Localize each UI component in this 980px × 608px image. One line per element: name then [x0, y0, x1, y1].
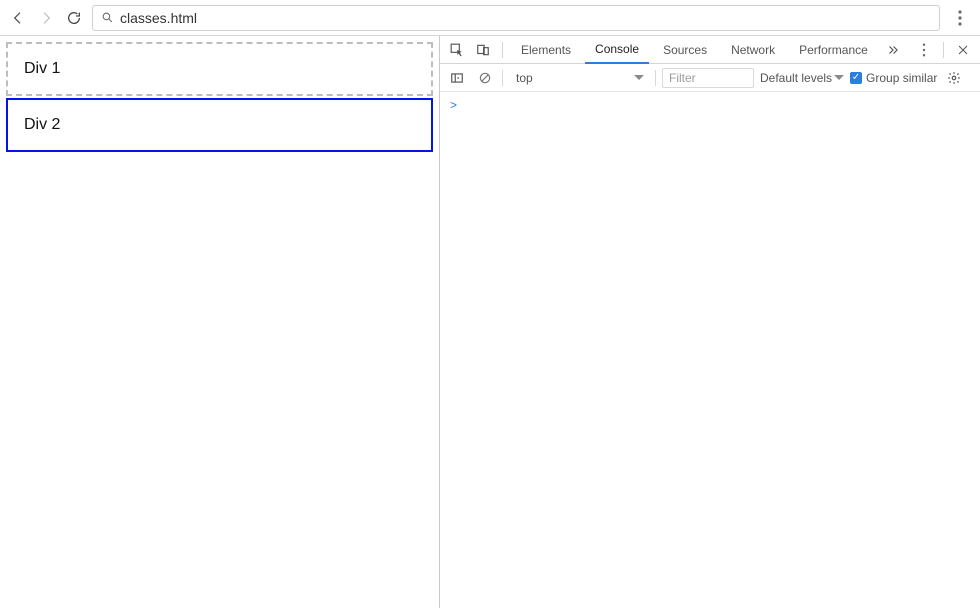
chevron-down-icon: [634, 75, 644, 85]
address-text: classes.html: [120, 10, 197, 26]
execution-context-dropdown[interactable]: top: [509, 68, 649, 88]
inspect-icon: [450, 43, 464, 57]
gear-icon: [947, 71, 961, 85]
main-area: Div 1 Div 2 Elements Console Sources Net…: [0, 36, 980, 608]
chevron-double-right-icon: [886, 43, 900, 57]
tab-elements[interactable]: Elements: [511, 37, 581, 63]
separator: [502, 42, 503, 58]
clear-console-button[interactable]: [474, 71, 496, 85]
filter-input[interactable]: Filter: [662, 68, 754, 88]
separator: [655, 70, 656, 86]
reload-icon: [66, 10, 82, 26]
tab-sources[interactable]: Sources: [653, 37, 717, 63]
tab-console[interactable]: Console: [585, 36, 649, 64]
device-toolbar-button[interactable]: [472, 43, 494, 57]
search-icon: [101, 11, 114, 24]
page-viewport: Div 1 Div 2: [0, 36, 440, 608]
kebab-icon: [958, 10, 962, 26]
filter-placeholder: Filter: [669, 71, 696, 85]
browser-menu-button[interactable]: [948, 6, 972, 30]
devtools: Elements Console Sources Network Perform…: [440, 36, 980, 608]
log-levels-label: Default levels: [760, 71, 832, 85]
back-button[interactable]: [8, 8, 28, 28]
tab-performance[interactable]: Performance: [789, 37, 878, 63]
device-icon: [476, 43, 490, 57]
inspect-element-button[interactable]: [446, 43, 468, 57]
reload-button[interactable]: [64, 8, 84, 28]
console-toolbar: top Filter Default levels ✓ Group simila…: [440, 64, 980, 92]
console-input-area[interactable]: >: [440, 92, 980, 608]
separator: [502, 70, 503, 86]
arrow-right-icon: [38, 10, 54, 26]
group-similar-checkbox[interactable]: ✓ Group similar: [850, 71, 937, 85]
arrow-left-icon: [10, 10, 26, 26]
div-2-text: Div 2: [24, 116, 60, 133]
checkbox-checked-icon: ✓: [850, 72, 862, 84]
sidebar-toggle-icon: [450, 71, 464, 85]
group-similar-label: Group similar: [866, 71, 937, 85]
close-icon: [957, 44, 969, 56]
separator: [943, 42, 944, 58]
clear-icon: [478, 71, 492, 85]
log-levels-dropdown[interactable]: Default levels: [760, 70, 844, 85]
browser-toolbar: classes.html: [0, 0, 980, 36]
devtools-close-button[interactable]: [952, 44, 974, 56]
div-1-box: Div 1: [6, 42, 433, 96]
devtools-menu-button[interactable]: [913, 43, 935, 57]
execution-context-label: top: [516, 71, 533, 85]
kebab-icon: [922, 43, 926, 57]
tab-network[interactable]: Network: [721, 37, 785, 63]
console-sidebar-toggle[interactable]: [446, 71, 468, 85]
div-2-box: Div 2: [6, 98, 433, 152]
devtools-tabbar: Elements Console Sources Network Perform…: [440, 36, 980, 64]
console-settings-button[interactable]: [943, 71, 965, 85]
chevron-down-icon: [834, 75, 844, 85]
forward-button[interactable]: [36, 8, 56, 28]
more-tabs-button[interactable]: [882, 43, 904, 57]
div-1-text: Div 1: [24, 60, 60, 77]
console-prompt-icon: >: [450, 98, 457, 112]
address-bar[interactable]: classes.html: [92, 5, 940, 31]
